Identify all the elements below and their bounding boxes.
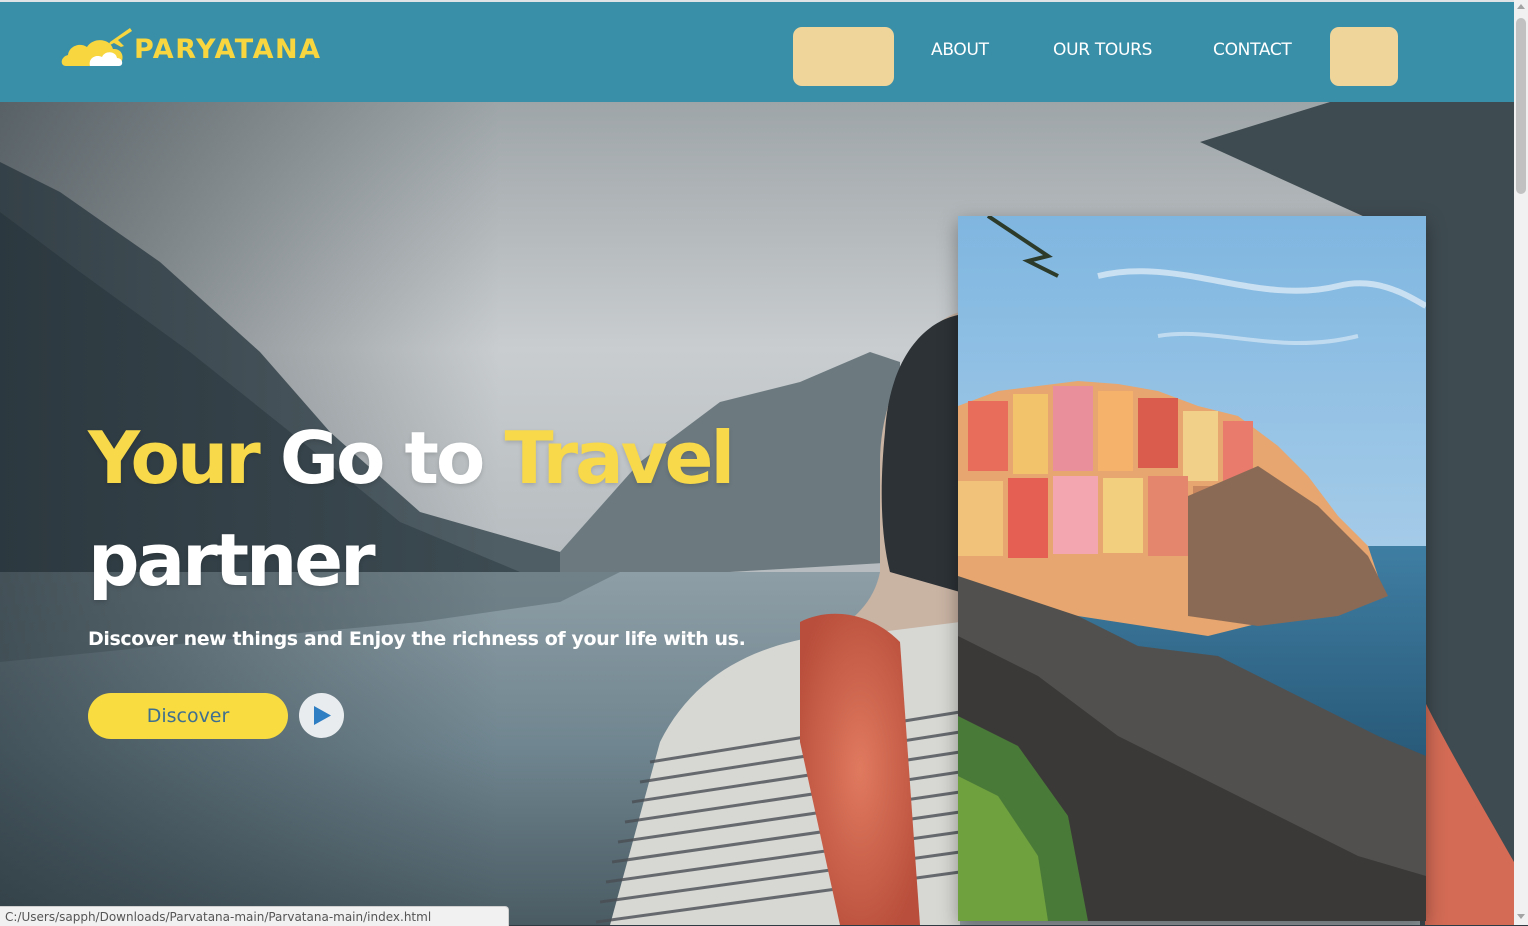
hero-tagline: Discover new things and Enjoy the richne… [88,628,746,650]
hero-headline: Your Go to Travel partner [88,407,808,611]
nav-link-contact[interactable]: CONTACT [1213,40,1292,60]
cloud-plane-icon [61,28,132,66]
brand-logo[interactable]: PARYATANA [60,24,322,74]
status-url: C:/Users/sapph/Downloads/Parvatana-main/… [5,910,432,924]
discover-button[interactable]: Discover [88,693,288,739]
scroll-thumb[interactable] [1516,18,1526,194]
browser-status-bar: C:/Users/sapph/Downloads/Parvatana-main/… [0,906,509,926]
nav-link-our-tours[interactable]: OUR TOURS [1053,40,1152,60]
site-header: PARYATANA ABOUT OUR TOURS CONTACT [0,2,1514,102]
scroll-down-arrow-icon[interactable] [1517,914,1525,919]
page-scrollbar[interactable] [1514,0,1528,925]
featured-destination-image [958,216,1426,921]
scroll-up-arrow-icon[interactable] [1517,4,1525,9]
nav-home-pill[interactable] [793,27,894,86]
headline-word-your: Your [88,416,261,500]
headline-word-go-to: Go to [279,416,486,500]
nav-link-about[interactable]: ABOUT [931,40,989,60]
headline-word-travel: Travel [504,416,735,500]
nav-cta-pill[interactable] [1330,27,1398,86]
play-icon [314,706,331,725]
headline-word-partner: partner [88,518,376,602]
play-video-button[interactable] [299,693,344,738]
hero-section: Your Go to Travel partner Discover new t… [0,102,1514,925]
brand-name: PARYATANA [134,33,322,65]
